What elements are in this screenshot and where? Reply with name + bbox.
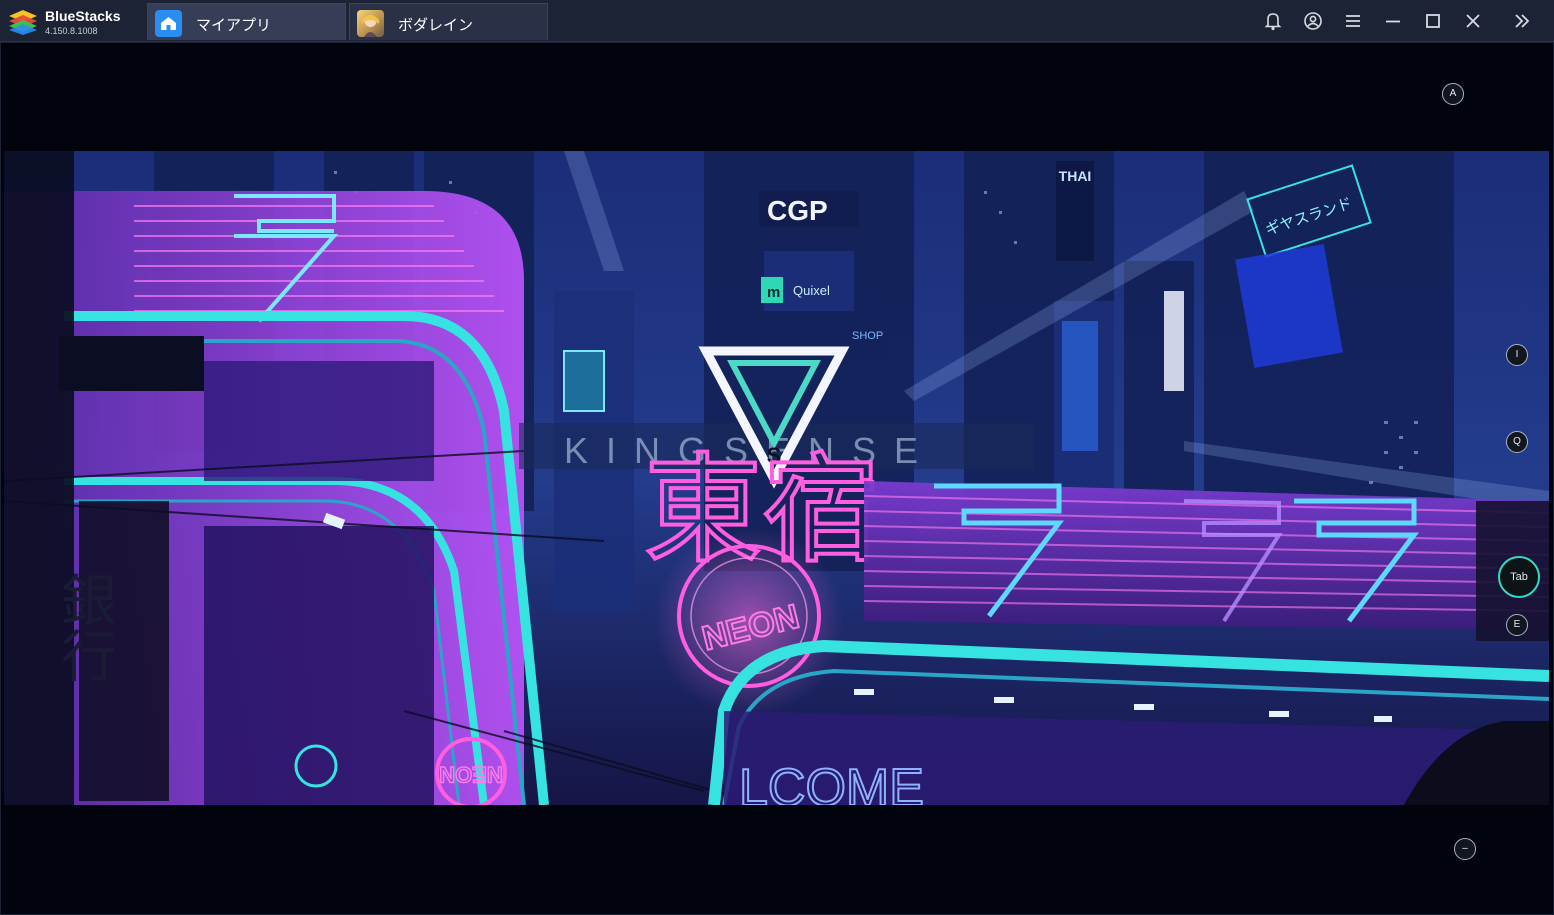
city-neon-illustration: CGP m Quixel SHOP THAI ギヤスランド 銀行 KINGSEN… bbox=[4, 151, 1549, 805]
svg-text:NEON: NEON bbox=[439, 762, 503, 787]
home-icon bbox=[155, 10, 182, 37]
app-version: 4.150.8.1008 bbox=[45, 26, 98, 36]
svg-text:m: m bbox=[767, 284, 780, 301]
emulator-viewport[interactable]: CGP m Quixel SHOP THAI ギヤスランド 銀行 KINGSEN… bbox=[0, 42, 1554, 915]
tab-label: マイアプリ bbox=[196, 17, 272, 34]
game-avatar-icon bbox=[357, 10, 384, 37]
maximize-icon[interactable] bbox=[1421, 9, 1445, 33]
bluestacks-brand[interactable]: BlueStacks 4.150.8.1008 bbox=[6, 5, 146, 37]
bluestacks-logo-icon bbox=[9, 10, 37, 35]
key-hint-e[interactable]: E bbox=[1506, 614, 1528, 636]
vertical-sign bbox=[1062, 321, 1098, 451]
double-chevron-right-icon[interactable] bbox=[1510, 9, 1534, 33]
app-name: BlueStacks bbox=[45, 8, 121, 24]
title-bar: BlueStacks 4.150.8.1008 マイアプリ ボダレイン bbox=[0, 0, 1554, 42]
key-hint-tab[interactable]: Tab bbox=[1498, 556, 1540, 598]
minimize-icon[interactable] bbox=[1381, 9, 1405, 33]
welcome-sign: LCOME bbox=[739, 759, 924, 805]
shop-sign: SHOP bbox=[852, 330, 883, 342]
svg-text:Quixel: Quixel bbox=[793, 283, 830, 298]
svg-text:CGP: CGP bbox=[767, 195, 828, 226]
tab-my-apps[interactable]: マイアプリ bbox=[147, 3, 346, 40]
tab-game[interactable]: ボダレイン bbox=[349, 3, 548, 40]
key-hint-i[interactable]: I bbox=[1506, 344, 1528, 366]
bell-icon[interactable] bbox=[1261, 9, 1285, 33]
account-icon[interactable] bbox=[1301, 9, 1325, 33]
hamburger-menu-icon[interactable] bbox=[1341, 9, 1365, 33]
tab-label: ボダレイン bbox=[398, 17, 474, 34]
white-sign bbox=[1164, 291, 1184, 391]
key-hint-a[interactable]: A bbox=[1442, 83, 1464, 105]
key-hint-q[interactable]: Q bbox=[1506, 431, 1528, 453]
key-hint-minus[interactable]: – bbox=[1454, 838, 1476, 860]
svg-text:THAI: THAI bbox=[1059, 168, 1092, 184]
thai-sign: THAI bbox=[1056, 161, 1094, 261]
cgp-sign: CGP bbox=[759, 191, 859, 227]
bank-kanji: 銀行 bbox=[52, 571, 117, 683]
game-scene[interactable]: CGP m Quixel SHOP THAI ギヤスランド 銀行 KINGSEN… bbox=[4, 151, 1549, 805]
neon-circle-sign: NEON bbox=[654, 526, 844, 716]
cyan-sign bbox=[563, 350, 605, 412]
close-icon[interactable] bbox=[1461, 9, 1485, 33]
